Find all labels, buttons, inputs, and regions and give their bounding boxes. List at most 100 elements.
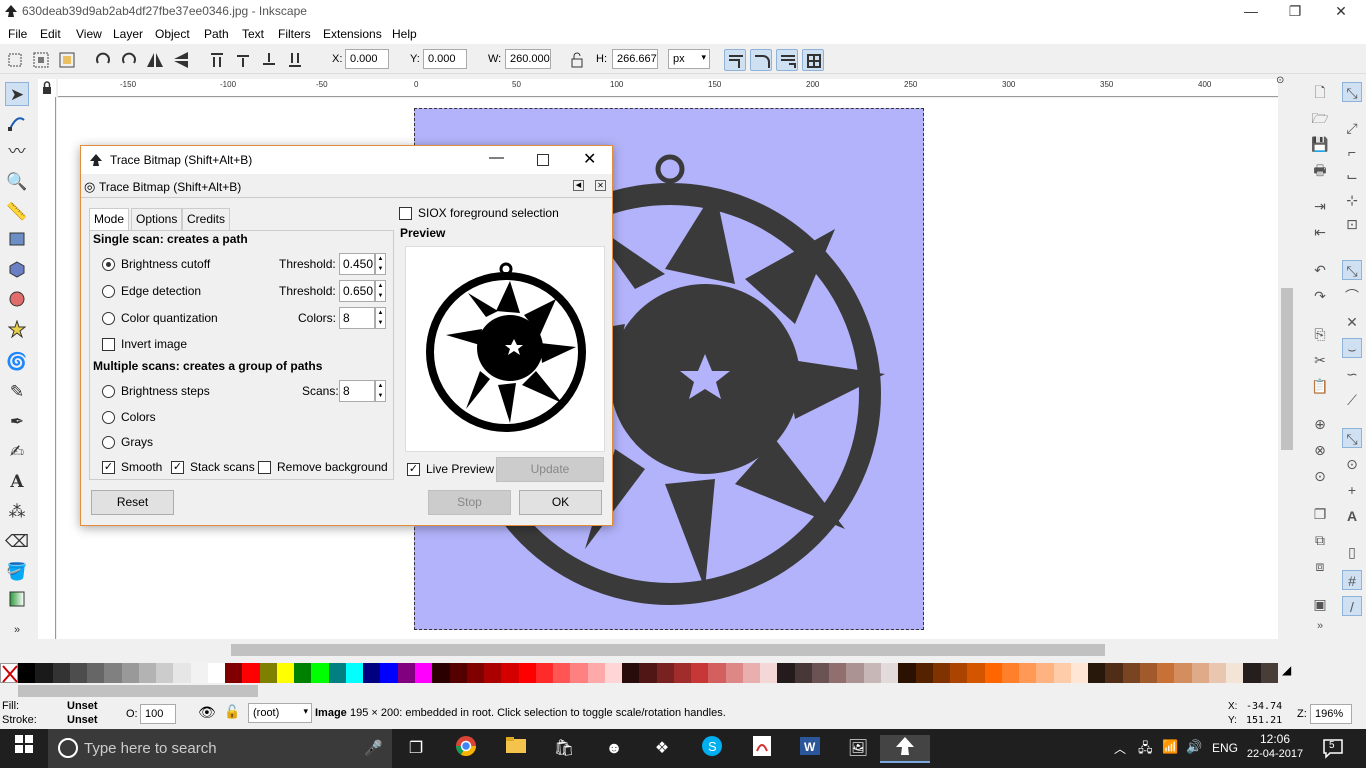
lock-icon[interactable]	[566, 49, 588, 71]
brightness-cutoff-label[interactable]: Brightness cutoff	[121, 257, 210, 271]
color-swatch[interactable]	[52, 663, 71, 683]
color-swatch[interactable]	[742, 663, 761, 683]
siox-checkbox[interactable]	[399, 207, 412, 220]
spray-tool-icon[interactable]: ⁂	[5, 500, 29, 524]
dialog-close-button[interactable]: ✕	[583, 149, 596, 169]
color-swatch[interactable]	[811, 663, 830, 683]
spiral-tool-icon[interactable]: 🌀	[5, 350, 29, 374]
x-input[interactable]: 0.000	[345, 49, 389, 69]
layer-visibility-icon[interactable]: 👁	[198, 704, 216, 721]
color-swatch[interactable]	[1070, 663, 1089, 683]
color-swatch[interactable]	[432, 663, 450, 683]
color-swatch[interactable]	[1243, 663, 1262, 683]
layer-select[interactable]: (root) ▾	[248, 703, 312, 723]
menu-filters[interactable]: Filters	[278, 27, 311, 41]
3d-box-tool-icon[interactable]	[5, 260, 29, 284]
smooth-label[interactable]: Smooth	[121, 460, 162, 474]
color-swatch[interactable]	[1001, 663, 1020, 683]
pen-tool-icon[interactable]: ✒	[5, 410, 29, 434]
spin-arrows-icon[interactable]: ▲ ▼	[375, 253, 386, 275]
unlink-clone-icon[interactable]: ⧈	[1310, 556, 1330, 576]
paste-icon[interactable]: 📋	[1310, 376, 1330, 396]
dialog-minimize-button[interactable]: —	[489, 149, 504, 166]
rectangle-tool-icon[interactable]	[5, 230, 29, 254]
stop-button[interactable]: Stop	[428, 490, 511, 515]
raise-icon[interactable]	[232, 49, 254, 71]
minimize-button[interactable]: —	[1228, 0, 1274, 24]
grays-radio[interactable]	[102, 436, 115, 449]
brightness-steps-radio[interactable]	[102, 385, 115, 398]
clone-icon[interactable]: ⧉	[1310, 530, 1330, 550]
maximize-button[interactable]: ❐	[1272, 0, 1318, 24]
invert-image-checkbox[interactable]	[102, 338, 115, 351]
ok-button[interactable]: OK	[519, 490, 602, 515]
color-swatch[interactable]	[587, 663, 606, 683]
color-swatch[interactable]	[1208, 663, 1227, 683]
opacity-input[interactable]: 100	[140, 704, 176, 724]
snap-rotation-center-icon[interactable]: +	[1342, 480, 1362, 500]
clock-time[interactable]: 12:06	[1250, 732, 1300, 746]
color-swatch[interactable]	[691, 663, 709, 683]
color-swatch[interactable]	[259, 663, 278, 683]
palette-menu-icon[interactable]: ◢	[1282, 663, 1298, 683]
rotate-ccw-icon[interactable]	[92, 49, 114, 71]
move-patterns-icon[interactable]	[802, 49, 824, 71]
tab-mode[interactable]: Mode	[89, 208, 130, 230]
menu-view[interactable]: View	[76, 27, 102, 41]
action-center-icon[interactable]: 5	[1322, 737, 1344, 759]
tab-credits[interactable]: Credits	[182, 208, 231, 230]
update-button[interactable]: Update	[496, 457, 604, 482]
color-swatch[interactable]	[173, 663, 192, 683]
lower-icon[interactable]	[258, 49, 280, 71]
snap-bbox-center-icon[interactable]: ⊡	[1342, 214, 1362, 234]
snap-path-icon[interactable]: ⌒	[1342, 286, 1362, 306]
color-swatch[interactable]	[138, 663, 157, 683]
color-swatch[interactable]	[69, 663, 88, 683]
color-swatch[interactable]	[725, 663, 744, 683]
brightness-steps-label[interactable]: Brightness steps	[121, 384, 210, 398]
palette-scrollbar[interactable]	[0, 683, 1366, 699]
snap-bbox-midpoint-icon[interactable]: ⊹	[1342, 190, 1362, 210]
dialog-titlebar[interactable]: Trace Bitmap (Shift+Alt+B) — ✕	[81, 146, 612, 174]
color-swatch[interactable]	[570, 663, 589, 683]
edge-detection-radio[interactable]	[102, 285, 115, 298]
flip-vertical-icon[interactable]	[170, 49, 192, 71]
color-swatch[interactable]	[604, 663, 623, 683]
menu-help[interactable]: Help	[392, 27, 417, 41]
chrome-icon[interactable]	[452, 735, 480, 763]
color-swatch[interactable]	[760, 663, 778, 683]
spin-arrows-icon[interactable]: ▲ ▼	[375, 380, 386, 402]
lower-to-bottom-icon[interactable]	[284, 49, 306, 71]
color-swatch[interactable]	[501, 663, 520, 683]
menu-extensions[interactable]: Extensions	[323, 27, 382, 41]
color-quantization-label[interactable]: Color quantization	[121, 311, 218, 325]
snap-center-icon[interactable]: ⊙	[1342, 454, 1362, 474]
stroke-value[interactable]: Unset	[67, 714, 98, 726]
color-swatch[interactable]	[553, 663, 571, 683]
redo-icon[interactable]: ↷	[1310, 286, 1330, 306]
unit-select[interactable]: px ▾	[668, 49, 710, 69]
layer-lock-icon[interactable]: 🔓	[224, 704, 240, 720]
remove-background-checkbox[interactable]	[258, 461, 271, 474]
snap-page-border-icon[interactable]: ▯	[1342, 542, 1362, 562]
color-swatch[interactable]	[1226, 663, 1244, 683]
horizontal-scrollbar[interactable]	[57, 641, 1278, 659]
spin-arrows-icon[interactable]: ▲ ▼	[375, 307, 386, 329]
color-swatch[interactable]	[915, 663, 934, 683]
wifi-icon[interactable]: 📶	[1162, 739, 1178, 755]
color-swatch[interactable]	[104, 663, 123, 683]
menu-file[interactable]: File	[8, 27, 27, 41]
color-swatch[interactable]	[673, 663, 692, 683]
color-swatch[interactable]	[294, 663, 312, 683]
copy-icon[interactable]: ⎘	[1310, 324, 1330, 344]
move-gradients-icon[interactable]	[776, 49, 798, 71]
color-swatch[interactable]	[777, 663, 796, 683]
color-swatch[interactable]	[380, 663, 399, 683]
color-swatch[interactable]	[898, 663, 917, 683]
taskbar-search-box[interactable]: Type here to search 🎤	[48, 729, 392, 768]
color-swatch[interactable]	[156, 663, 174, 683]
color-swatch[interactable]	[1139, 663, 1158, 683]
color-swatch[interactable]	[449, 663, 468, 683]
snap-bbox-corner-icon[interactable]: ⌙	[1342, 166, 1362, 186]
live-preview-checkbox[interactable]: ✓	[407, 463, 420, 476]
